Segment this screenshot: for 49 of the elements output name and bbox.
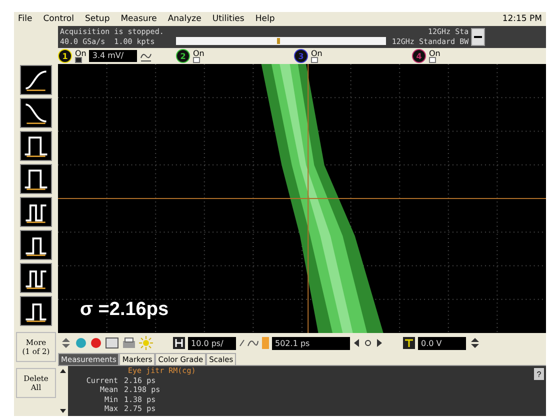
measurement-button[interactable] xyxy=(20,65,52,95)
channel-on-label: On xyxy=(429,50,440,56)
channel-badge[interactable]: 1 xyxy=(58,49,72,63)
measurement-button[interactable] xyxy=(20,197,52,227)
waveform-icon[interactable] xyxy=(239,337,259,349)
horizontal-icon[interactable] xyxy=(173,337,185,349)
stop-button[interactable] xyxy=(90,337,102,349)
marker-icon xyxy=(262,337,269,349)
menu-item[interactable]: Control xyxy=(43,14,74,24)
measurement-button[interactable] xyxy=(20,230,52,260)
channel-checkbox[interactable] xyxy=(429,56,436,62)
channel-on-label: On xyxy=(193,50,204,56)
trigger-icon[interactable] xyxy=(403,337,415,349)
circle-icon[interactable] xyxy=(364,338,372,348)
measurement-button[interactable] xyxy=(20,263,52,293)
print-icon[interactable] xyxy=(122,337,136,349)
spin-arrows-icon[interactable] xyxy=(60,336,72,350)
trigger-level-field[interactable]: 0.0 V xyxy=(418,336,466,350)
channel-on-label: On xyxy=(75,50,86,56)
channel-checkbox[interactable] xyxy=(193,56,200,62)
menu-item[interactable]: Setup xyxy=(84,14,110,24)
left-arrow-icon[interactable] xyxy=(353,338,361,348)
minus-icon xyxy=(474,36,482,38)
channel-checkbox[interactable] xyxy=(311,56,318,62)
channel-scale-field[interactable]: 3.4 mV/ xyxy=(89,50,138,62)
menu-item[interactable]: Help xyxy=(255,14,275,24)
channel-on-label: On xyxy=(311,50,322,56)
menu-item[interactable]: File xyxy=(18,14,32,24)
delay-field[interactable]: 502.1 ps xyxy=(272,336,350,350)
down-arrow-icon[interactable] xyxy=(59,408,67,414)
slider-thumb[interactable] xyxy=(276,38,280,44)
menu-item[interactable]: Analyze xyxy=(168,14,202,24)
measurement-button[interactable] xyxy=(20,296,52,326)
clock-time: 12:15 PM xyxy=(502,14,542,24)
menu-item[interactable]: Utilities xyxy=(212,14,244,24)
scrollbar[interactable] xyxy=(58,366,68,416)
measurement-button[interactable] xyxy=(20,164,52,194)
channel-checkbox[interactable] xyxy=(75,56,82,62)
right-arrow-icon[interactable] xyxy=(375,338,383,348)
help-button[interactable]: ? xyxy=(534,368,544,380)
timebase-field[interactable]: 10.0 ps/ xyxy=(188,336,236,350)
menu-item[interactable]: Measure xyxy=(120,14,157,24)
up-arrow-icon[interactable] xyxy=(59,368,67,374)
measurement-button[interactable] xyxy=(20,98,52,128)
channel-badge[interactable]: 2 xyxy=(176,49,190,63)
spin-arrows-icon[interactable] xyxy=(469,336,481,350)
minimize-button[interactable] xyxy=(470,28,485,46)
jitter-readout: σ =2.16ps xyxy=(80,299,169,321)
measurement-button[interactable] xyxy=(20,131,52,161)
